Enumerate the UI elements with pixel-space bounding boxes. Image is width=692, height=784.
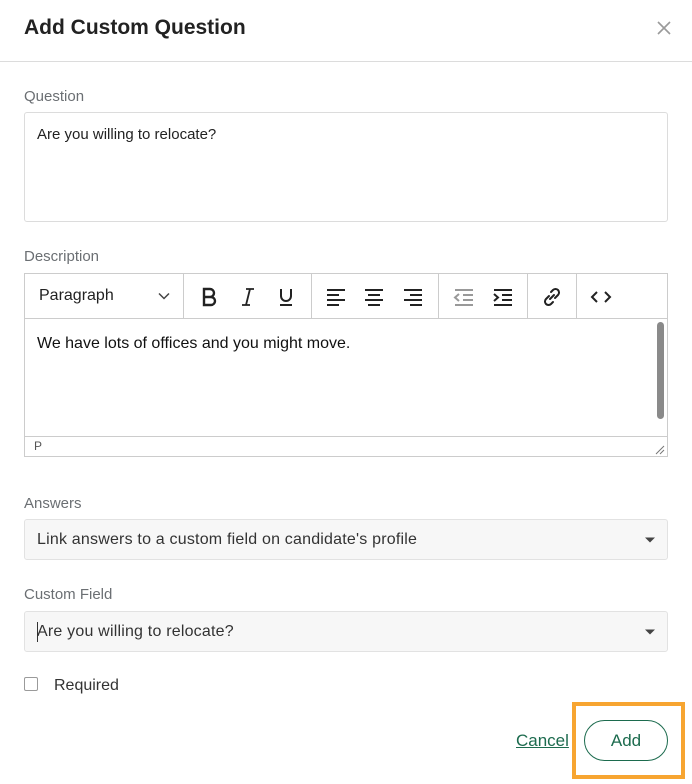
link-group	[528, 274, 577, 319]
custom-field-select[interactable]: Are you willing to relocate?	[24, 611, 668, 652]
italic-icon[interactable]	[236, 285, 260, 309]
add-custom-question-dialog: Add Custom Question Question Are you wil…	[0, 0, 692, 784]
description-label: Description	[24, 248, 100, 265]
dialog-title: Add Custom Question	[24, 16, 246, 39]
dialog-header: Add Custom Question	[0, 0, 692, 62]
description-editor: Paragraph We have lots of offices and yo…	[24, 273, 668, 457]
required-label: Required	[54, 677, 119, 694]
underline-icon[interactable]	[274, 285, 298, 309]
align-group	[312, 274, 439, 319]
editor-content[interactable]: We have lots of offices and you might mo…	[25, 319, 667, 436]
link-icon[interactable]	[540, 285, 564, 309]
chevron-down-icon	[158, 292, 170, 300]
answers-select[interactable]: Link answers to a custom field on candid…	[24, 519, 668, 560]
editor-statusbar: P	[25, 436, 667, 456]
caret-down-icon	[645, 629, 655, 635]
answers-label: Answers	[24, 495, 82, 512]
question-value: Are you willing to relocate?	[37, 126, 217, 143]
editor-scrollbar[interactable]	[657, 322, 664, 419]
outdent-icon[interactable]	[452, 285, 476, 309]
close-icon[interactable]	[654, 18, 674, 38]
cancel-button[interactable]: Cancel	[516, 731, 569, 751]
format-group	[184, 274, 312, 319]
editor-toolbar: Paragraph	[25, 274, 667, 319]
answers-selected-value: Link answers to a custom field on candid…	[37, 531, 418, 548]
align-center-icon[interactable]	[362, 285, 386, 309]
code-icon[interactable]	[589, 285, 613, 309]
add-button[interactable]: Add	[584, 720, 668, 761]
align-left-icon[interactable]	[324, 285, 348, 309]
custom-field-selected-value: Are you willing to relocate?	[37, 623, 234, 640]
question-label: Question	[24, 88, 85, 105]
element-path[interactable]: P	[34, 439, 42, 453]
question-input[interactable]: Are you willing to relocate?	[24, 112, 668, 222]
code-group	[577, 274, 627, 319]
required-checkbox[interactable]	[24, 677, 38, 691]
indent-icon[interactable]	[491, 285, 515, 309]
custom-field-label: Custom Field	[24, 586, 113, 603]
indent-group	[439, 274, 528, 319]
bold-icon[interactable]	[197, 285, 221, 309]
resize-handle-icon[interactable]	[655, 445, 665, 455]
block-format-select[interactable]: Paragraph	[25, 274, 184, 319]
align-right-icon[interactable]	[401, 285, 425, 309]
block-format-label: Paragraph	[39, 287, 114, 304]
caret-down-icon	[645, 537, 655, 543]
description-content: We have lots of offices and you might mo…	[37, 335, 351, 352]
